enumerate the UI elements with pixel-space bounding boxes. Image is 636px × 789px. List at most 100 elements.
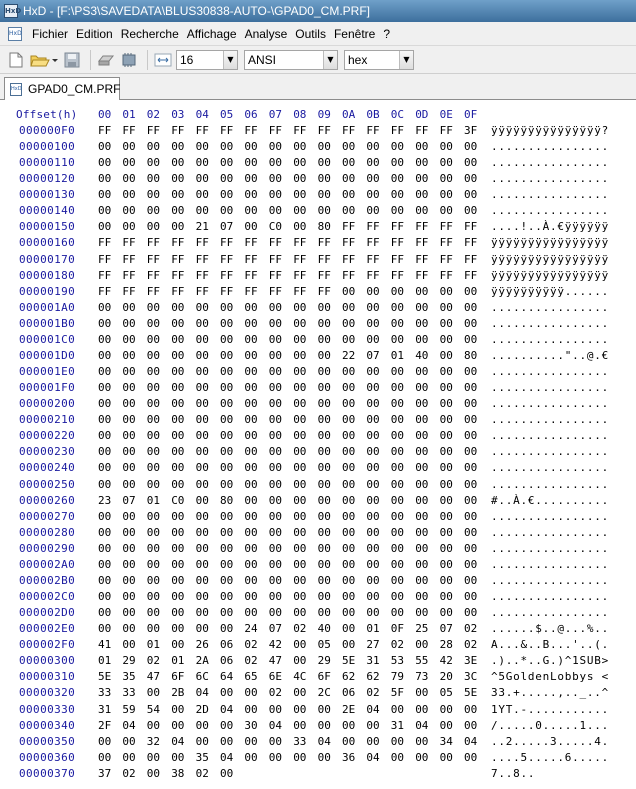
hex-byte[interactable]: 00: [293, 365, 306, 378]
hex-byte[interactable]: 00: [366, 719, 379, 732]
hex-byte[interactable]: 00: [244, 317, 257, 330]
hex-byte[interactable]: 00: [391, 188, 404, 201]
hex-byte[interactable]: 02: [147, 654, 160, 667]
hex-byte[interactable]: 79: [391, 670, 404, 683]
hex-byte[interactable]: 00: [342, 542, 355, 555]
hex-byte[interactable]: 00: [196, 622, 209, 635]
hex-byte[interactable]: 33: [98, 686, 111, 699]
hex-byte[interactable]: 42: [269, 638, 282, 651]
hex-byte[interactable]: FF: [391, 220, 404, 233]
hex-byte[interactable]: FF: [196, 253, 209, 266]
hex-byte[interactable]: FF: [318, 124, 331, 137]
hex-byte[interactable]: FF: [220, 124, 233, 137]
hex-byte[interactable]: 00: [269, 542, 282, 555]
hex-byte[interactable]: 00: [220, 333, 233, 346]
hex-byte[interactable]: 00: [269, 606, 282, 619]
hex-byte[interactable]: 00: [342, 188, 355, 201]
hex-byte[interactable]: 00: [98, 333, 111, 346]
row-ascii[interactable]: ................: [491, 574, 609, 587]
hex-byte[interactable]: 00: [269, 333, 282, 346]
hex-byte[interactable]: 00: [293, 526, 306, 539]
row-ascii[interactable]: ................: [491, 606, 609, 619]
hex-byte[interactable]: 00: [122, 413, 135, 426]
hex-byte[interactable]: 00: [318, 413, 331, 426]
hex-byte[interactable]: 00: [269, 558, 282, 571]
hex-byte[interactable]: 00: [318, 397, 331, 410]
hex-byte[interactable]: 00: [269, 735, 282, 748]
hex-byte[interactable]: FF: [220, 285, 233, 298]
hex-byte[interactable]: 00: [415, 558, 428, 571]
hex-byte[interactable]: FF: [147, 236, 160, 249]
hex-byte[interactable]: FF: [342, 253, 355, 266]
hex-byte[interactable]: 00: [415, 445, 428, 458]
hex-byte[interactable]: 31: [391, 719, 404, 732]
hex-byte[interactable]: FF: [147, 124, 160, 137]
hex-byte[interactable]: 00: [415, 317, 428, 330]
hex-byte[interactable]: 00: [415, 204, 428, 217]
hex-byte[interactable]: FF: [366, 269, 379, 282]
hex-byte[interactable]: 00: [464, 558, 477, 571]
hex-byte[interactable]: FF: [415, 269, 428, 282]
hex-byte[interactable]: 00: [98, 317, 111, 330]
charset-select[interactable]: ANSI ▼: [244, 49, 338, 70]
hex-byte[interactable]: FF: [342, 269, 355, 282]
row-ascii[interactable]: 33.+.....,.._..^: [491, 686, 609, 699]
hex-byte[interactable]: 00: [196, 381, 209, 394]
hex-byte[interactable]: 42: [440, 654, 453, 667]
hex-byte[interactable]: 00: [196, 333, 209, 346]
hex-byte[interactable]: 35: [122, 670, 135, 683]
hex-byte[interactable]: 00: [415, 590, 428, 603]
hex-byte[interactable]: FF: [366, 253, 379, 266]
hex-byte[interactable]: 00: [269, 349, 282, 362]
hex-byte[interactable]: 00: [391, 381, 404, 394]
row-ascii[interactable]: ................: [491, 204, 609, 217]
hex-byte[interactable]: 00: [391, 301, 404, 314]
hex-byte[interactable]: 00: [415, 285, 428, 298]
hex-byte[interactable]: 29: [318, 654, 331, 667]
hex-byte[interactable]: 00: [147, 204, 160, 217]
hex-byte[interactable]: 0F: [391, 622, 404, 635]
hex-byte[interactable]: 38: [171, 767, 184, 780]
hex-byte[interactable]: 00: [171, 478, 184, 491]
hex-byte[interactable]: 00: [391, 510, 404, 523]
hex-byte[interactable]: 00: [318, 172, 331, 185]
hex-byte[interactable]: 00: [244, 220, 257, 233]
hex-byte[interactable]: 00: [415, 381, 428, 394]
hex-byte[interactable]: 00: [318, 381, 331, 394]
hex-byte[interactable]: 00: [293, 445, 306, 458]
hex-byte[interactable]: 05: [440, 686, 453, 699]
open-file-button[interactable]: [29, 50, 59, 70]
hex-byte[interactable]: 00: [415, 638, 428, 651]
hex-byte[interactable]: FF: [269, 236, 282, 249]
hex-byte[interactable]: 00: [171, 301, 184, 314]
hex-byte[interactable]: 00: [244, 494, 257, 507]
hex-byte[interactable]: 25: [415, 622, 428, 635]
hex-byte[interactable]: 00: [244, 686, 257, 699]
hex-byte[interactable]: 00: [415, 429, 428, 442]
hex-byte[interactable]: 00: [293, 703, 306, 716]
hex-byte[interactable]: 00: [293, 156, 306, 169]
hex-byte[interactable]: 00: [244, 590, 257, 603]
hex-byte[interactable]: 00: [464, 381, 477, 394]
hex-byte[interactable]: FF: [391, 253, 404, 266]
hex-byte[interactable]: 00: [318, 558, 331, 571]
hex-byte[interactable]: 00: [293, 590, 306, 603]
row-ascii[interactable]: A...&..B...'..(.: [491, 638, 609, 651]
hex-byte[interactable]: 5E: [98, 670, 111, 683]
hex-byte[interactable]: 00: [98, 558, 111, 571]
hex-byte[interactable]: 00: [318, 526, 331, 539]
hex-byte[interactable]: 00: [440, 349, 453, 362]
hex-byte[interactable]: 00: [122, 172, 135, 185]
hex-byte[interactable]: 00: [171, 188, 184, 201]
hex-byte[interactable]: 00: [269, 461, 282, 474]
hex-byte[interactable]: FF: [122, 253, 135, 266]
hex-byte[interactable]: 07: [269, 622, 282, 635]
hex-byte[interactable]: 00: [464, 542, 477, 555]
hex-byte[interactable]: 00: [342, 317, 355, 330]
hex-byte[interactable]: FF: [269, 285, 282, 298]
hex-byte[interactable]: 00: [464, 397, 477, 410]
hex-byte[interactable]: 00: [171, 558, 184, 571]
hex-byte[interactable]: 00: [342, 397, 355, 410]
hex-byte[interactable]: 00: [196, 719, 209, 732]
hex-byte[interactable]: FF: [196, 269, 209, 282]
